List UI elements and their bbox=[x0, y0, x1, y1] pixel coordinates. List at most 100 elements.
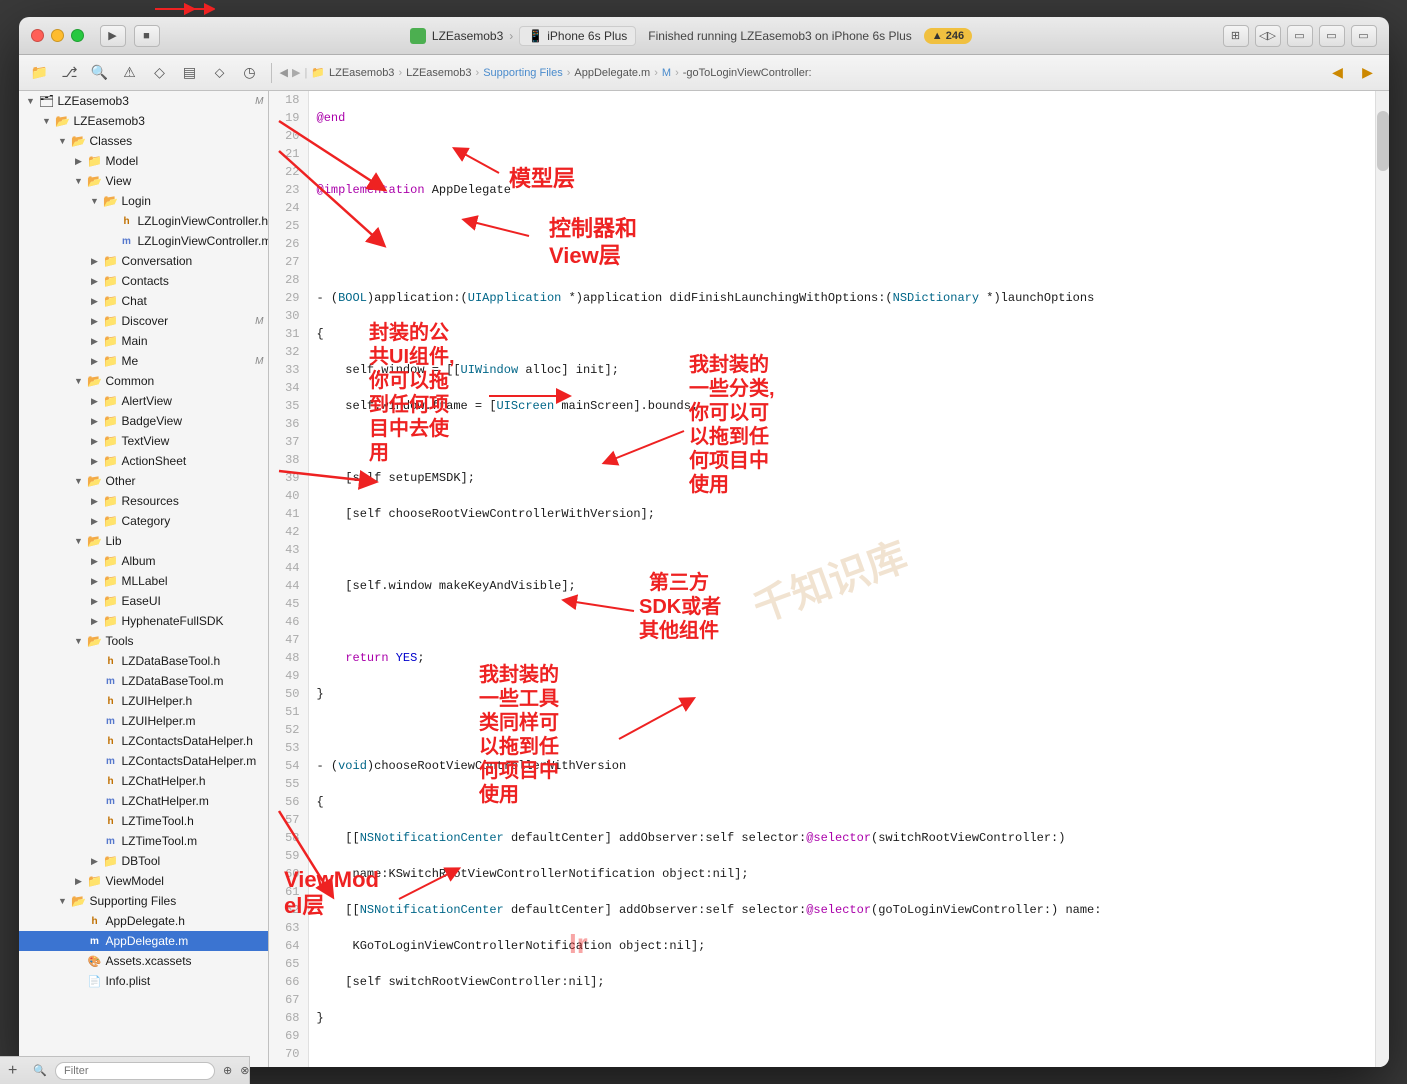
tree-item-appdelegate-h[interactable]: ▶ h AppDelegate.h bbox=[19, 911, 268, 931]
tree-label: LZDataBaseTool.h bbox=[122, 654, 221, 668]
tree-item-model[interactable]: ▶ Model bbox=[19, 151, 268, 171]
navigator-folder-btn[interactable]: 📁 bbox=[27, 60, 53, 86]
filter-input[interactable] bbox=[55, 1062, 215, 1068]
tree-item-tools[interactable]: ▼ Tools bbox=[19, 631, 268, 651]
device-badge[interactable]: 📱 iPhone 6s Plus bbox=[519, 26, 636, 46]
tree-item-actionsheet[interactable]: ▶ ActionSheet bbox=[19, 451, 268, 471]
warning-badge[interactable]: ▲ 246 bbox=[924, 28, 972, 44]
breadcrumb-item-5[interactable]: M bbox=[662, 67, 671, 79]
warning-btn[interactable]: ⚠ bbox=[117, 60, 143, 86]
breadcrumb-item-6[interactable]: -goToLoginViewController: bbox=[683, 67, 812, 79]
tree-label: LZUIHelper.m bbox=[122, 714, 196, 728]
scrollbar-thumb[interactable] bbox=[1377, 111, 1389, 171]
tree-item-dbtool[interactable]: ▶ DBTool bbox=[19, 851, 268, 871]
editor-btn[interactable]: ▭ bbox=[1319, 25, 1345, 47]
tree-item-lzchathelper-m[interactable]: ▶ m LZChatHelper.m bbox=[19, 791, 268, 811]
tree-label: Category bbox=[122, 514, 171, 528]
tree-item-mllabel[interactable]: ▶ MLLabel bbox=[19, 571, 268, 591]
tree-label: Other bbox=[106, 474, 136, 488]
tree-item-supporting[interactable]: ▼ Supporting Files bbox=[19, 891, 268, 911]
breadcrumb-item-2[interactable]: LZEasemob3 bbox=[406, 67, 471, 79]
tree-item-badgeview[interactable]: ▶ BadgeView bbox=[19, 411, 268, 431]
warning-nav-left[interactable]: ◀ bbox=[1325, 60, 1351, 86]
filter-options-btn[interactable]: ⊕ bbox=[223, 1064, 232, 1067]
navigator-btn[interactable]: ▭ bbox=[1287, 25, 1313, 47]
utilities-btn[interactable]: ▭ bbox=[1351, 25, 1377, 47]
tree-item-view[interactable]: ▼ View bbox=[19, 171, 268, 191]
tree-label: Classes bbox=[90, 134, 133, 148]
minimize-button[interactable] bbox=[51, 29, 64, 42]
warning-nav-right[interactable]: ▶ bbox=[1355, 60, 1381, 86]
breadcrumb-nav-fwd[interactable]: ▶ bbox=[292, 66, 300, 79]
tree-item-album[interactable]: ▶ Album bbox=[19, 551, 268, 571]
tree-item-lzdatabasetool-h[interactable]: ▶ h LZDataBaseTool.h bbox=[19, 651, 268, 671]
tree-item-hyphenate[interactable]: ▶ HyphenateFullSDK bbox=[19, 611, 268, 631]
tree-item-discover[interactable]: ▶ Discover M bbox=[19, 311, 268, 331]
run-button[interactable]: ▶ bbox=[100, 25, 126, 47]
tree-item-lzloginvc-m[interactable]: ▶ m LZLoginViewController.m bbox=[19, 231, 268, 251]
tree-item-lzuihelper-h[interactable]: ▶ h LZUIHelper.h bbox=[19, 691, 268, 711]
tree-item-lzchathelper-h[interactable]: ▶ h LZChatHelper.h bbox=[19, 771, 268, 791]
tree-item-resources[interactable]: ▶ Resources bbox=[19, 491, 268, 511]
tree-item-classes[interactable]: ▼ Classes bbox=[19, 131, 268, 151]
ln-38: 38 bbox=[269, 451, 308, 469]
tree-item-easeui[interactable]: ▶ EaseUI bbox=[19, 591, 268, 611]
code-line-34: } bbox=[317, 685, 1389, 703]
tree-item-lzuihelper-m[interactable]: ▶ m LZUIHelper.m bbox=[19, 711, 268, 731]
breadcrumb-nav-back[interactable]: ◀ bbox=[280, 66, 288, 79]
tree-item-infoplist[interactable]: ▶ 📄 Info.plist bbox=[19, 971, 268, 991]
breakpoint-btn[interactable]: ⬦ bbox=[207, 60, 233, 86]
tree-item-main[interactable]: ▶ Main bbox=[19, 331, 268, 351]
code-line-42: [self switchRootViewController:nil]; bbox=[317, 973, 1389, 991]
vertical-scrollbar[interactable] bbox=[1375, 91, 1389, 1067]
filter-recent-btn[interactable]: ⊗ bbox=[240, 1064, 249, 1067]
code-content[interactable]: @end @implementation AppDelegate - (BOOL… bbox=[309, 91, 1389, 1067]
tree-item-me[interactable]: ▶ Me M bbox=[19, 351, 268, 371]
tree-item-appdelegate-m[interactable]: ▶ m AppDelegate.m bbox=[19, 931, 268, 951]
code-container[interactable]: 18 19 20 21 22 23 24 25 26 27 28 29 30 3… bbox=[269, 91, 1389, 1067]
tree-item-textview[interactable]: ▶ TextView bbox=[19, 431, 268, 451]
expand-arrow: ▶ bbox=[71, 876, 87, 887]
tree-item-lztimetool-h[interactable]: ▶ h LZTimeTool.h bbox=[19, 811, 268, 831]
tree-item-common[interactable]: ▼ Common bbox=[19, 371, 268, 391]
ln-31: 31 bbox=[269, 325, 308, 343]
tree-item-chat[interactable]: ▶ Chat bbox=[19, 291, 268, 311]
panel-toggle-btn[interactable]: ⊞ bbox=[1223, 25, 1249, 47]
debug-btn[interactable]: ▤ bbox=[177, 60, 203, 86]
tree-item-lzeasemob3-group[interactable]: ▼ LZEasemob3 bbox=[19, 111, 268, 131]
tree-item-lzeasemob3-root[interactable]: ▼ 🗂 LZEasemob3 M bbox=[19, 91, 268, 111]
expand-arrow: ▶ bbox=[87, 616, 103, 627]
folder-icon bbox=[103, 553, 119, 569]
tree-item-contacts[interactable]: ▶ Contacts bbox=[19, 271, 268, 291]
close-button[interactable] bbox=[31, 29, 44, 42]
tree-label: LZEasemob3 bbox=[58, 94, 129, 108]
expand-arrow: ▶ bbox=[87, 456, 103, 467]
tree-item-category[interactable]: ▶ Category bbox=[19, 511, 268, 531]
file-h-icon: h bbox=[103, 693, 119, 709]
stop-button[interactable]: ■ bbox=[134, 25, 160, 47]
ln-62: 62 bbox=[269, 901, 308, 919]
tree-item-login[interactable]: ▼ Login bbox=[19, 191, 268, 211]
ln-35: 35 bbox=[269, 397, 308, 415]
back-forward-btn[interactable]: ◁▷ bbox=[1255, 25, 1281, 47]
breadcrumb-item-3[interactable]: Supporting Files bbox=[483, 67, 563, 79]
tree-item-other[interactable]: ▼ Other bbox=[19, 471, 268, 491]
tree-item-lzdatabasetool-m[interactable]: ▶ m LZDataBaseTool.m bbox=[19, 671, 268, 691]
breadcrumb-item-1[interactable]: LZEasemob3 bbox=[329, 67, 394, 79]
tree-item-lztimetool-m[interactable]: ▶ m LZTimeTool.m bbox=[19, 831, 268, 851]
breadcrumb-item-4[interactable]: AppDelegate.m bbox=[574, 67, 650, 79]
search-btn[interactable]: 🔍 bbox=[87, 60, 113, 86]
history-btn[interactable]: ◷ bbox=[237, 60, 263, 86]
tree-item-viewmodel[interactable]: ▶ ViewModel bbox=[19, 871, 268, 891]
tree-item-alertview[interactable]: ▶ AlertView bbox=[19, 391, 268, 411]
file-m-icon: m bbox=[119, 233, 135, 249]
maximize-button[interactable] bbox=[71, 29, 84, 42]
tree-item-conversation[interactable]: ▶ Conversation bbox=[19, 251, 268, 271]
test-btn[interactable]: ◇ bbox=[147, 60, 173, 86]
tree-item-lzloginvc-h[interactable]: ▶ h LZLoginViewController.h bbox=[19, 211, 268, 231]
tree-item-lzcontactshelper-h[interactable]: ▶ h LZContactsDataHelper.h bbox=[19, 731, 268, 751]
source-control-btn[interactable]: ⎇ bbox=[57, 60, 83, 86]
tree-item-lib[interactable]: ▼ Lib bbox=[19, 531, 268, 551]
tree-item-assets[interactable]: ▶ 🎨 Assets.xcassets bbox=[19, 951, 268, 971]
tree-item-lzcontactshelper-m[interactable]: ▶ m LZContactsDataHelper.m bbox=[19, 751, 268, 771]
